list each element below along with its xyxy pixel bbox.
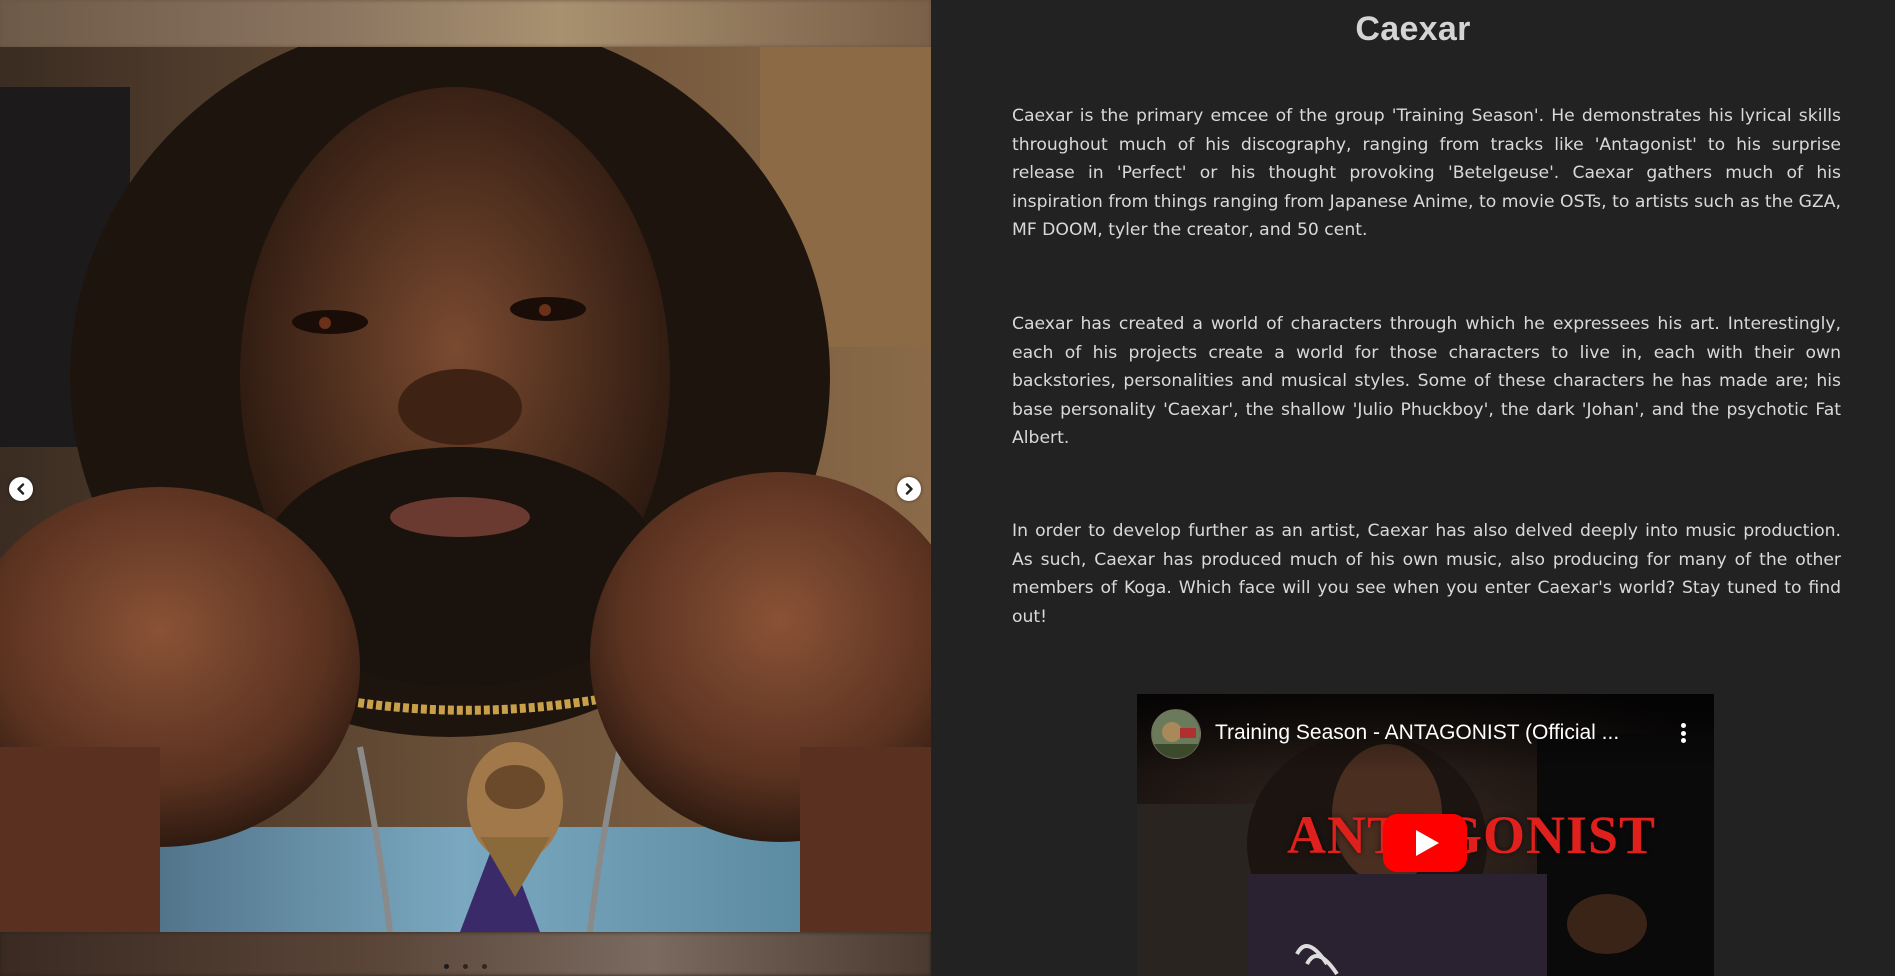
artist-name-heading: Caexar	[1355, 10, 1471, 48]
carousel-backdrop-top	[0, 0, 931, 47]
bio-paragraph-2: Caexar has created a world of characters…	[1012, 314, 1841, 449]
artist-bio-panel: Caexar Caexar is the primary emcee of th…	[931, 0, 1895, 976]
more-vertical-icon[interactable]	[1677, 720, 1689, 746]
channel-avatar-image	[1152, 710, 1200, 758]
carousel-dot-1[interactable]	[444, 964, 449, 969]
carousel-prev-button[interactable]	[9, 477, 33, 501]
video-title[interactable]: Training Season - ANTAGONIST (Official .…	[1215, 721, 1645, 745]
youtube-play-icon[interactable]	[1383, 814, 1467, 872]
artist-photo	[0, 47, 931, 932]
channel-avatar[interactable]	[1151, 709, 1201, 759]
image-carousel[interactable]	[0, 0, 931, 976]
youtube-video-embed[interactable]: Training Season - ANTAGONIST (Official .…	[1137, 694, 1714, 976]
bio-paragraph-3: In order to develop further as an artist…	[1012, 521, 1841, 627]
carousel-dot-2[interactable]	[463, 964, 468, 969]
carousel-next-button[interactable]	[897, 477, 921, 501]
bio-paragraph-1: Caexar is the primary emcee of the group…	[1012, 106, 1841, 241]
carousel-dot-3[interactable]	[482, 964, 487, 969]
chevron-left-icon	[17, 483, 25, 495]
chevron-right-icon	[905, 483, 913, 495]
carousel-indicators	[0, 964, 931, 972]
